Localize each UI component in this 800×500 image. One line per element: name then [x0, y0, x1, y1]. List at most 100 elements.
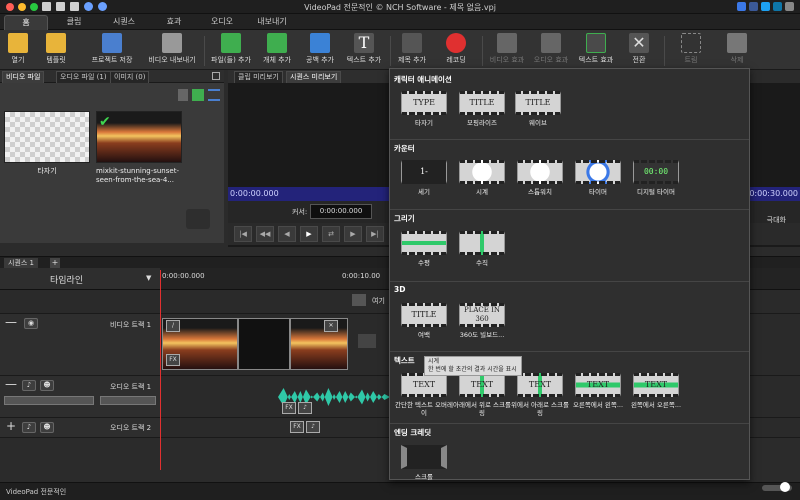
thumbs-up-icon[interactable] — [737, 2, 746, 11]
tab-clip-preview[interactable]: 클립 미리보기 — [234, 71, 283, 83]
add-text-button[interactable]: T 텍스트 추가 — [344, 33, 384, 69]
tab-audio[interactable]: 오디오 — [200, 15, 244, 30]
pan-slider[interactable] — [100, 396, 156, 405]
save-project-button[interactable]: 프로젝트 저장 — [88, 33, 136, 69]
zoom-slider[interactable] — [762, 482, 792, 492]
transition-button[interactable]: ✕ 전환 — [624, 33, 654, 69]
go-end-button[interactable]: ▶| — [366, 226, 384, 242]
prev-frame-button[interactable]: ◀◀ — [256, 226, 274, 242]
playhead[interactable] — [160, 270, 161, 470]
template-button[interactable]: 템플릿 — [40, 33, 72, 69]
go-start-button[interactable]: |◀ — [234, 226, 252, 242]
effect-clock[interactable]: 시계 — [452, 160, 512, 212]
tab-effects[interactable]: 효과 — [152, 15, 196, 30]
add-blank-button[interactable]: 공백 추가 — [302, 33, 338, 69]
effect-scroll-up[interactable]: TEXT 아래에서 위로 스크롤링 — [452, 373, 512, 425]
add-media-icon[interactable] — [192, 89, 204, 101]
trim-icon — [681, 33, 701, 53]
effect-stopwatch[interactable]: 스톱워치 — [510, 160, 570, 212]
effect-vertical[interactable]: 수직 — [452, 231, 512, 283]
effect-scroll-down[interactable]: TEXT 위에서 아래로 스크롤링 — [510, 373, 570, 425]
people-icon[interactable]: ☻ — [40, 422, 54, 433]
add-sequence-button[interactable]: + — [50, 258, 60, 268]
add-file-icon — [221, 33, 241, 53]
effect-horizontal[interactable]: 수평 — [394, 231, 454, 283]
effect-morphrise[interactable]: TITLE 모핑라이즈 — [452, 91, 512, 143]
expand-button[interactable]: + — [4, 420, 18, 433]
ribbon-tabs: 홈 클립 시퀀스 효과 오디오 내보내기 — [0, 14, 800, 30]
speaker-icon[interactable]: ♪ — [298, 402, 312, 414]
text-thumb: TEXT — [459, 373, 505, 397]
checkmark-icon: ✔ — [99, 114, 111, 130]
transition-icon[interactable]: / — [166, 320, 180, 332]
speaker-icon[interactable]: ♪ — [22, 380, 36, 391]
trim-button[interactable]: 트림 — [676, 33, 706, 69]
effect-timer[interactable]: 타이머 — [568, 160, 628, 212]
twitter-icon[interactable] — [761, 2, 770, 11]
export-video-button[interactable]: 비디오 내보내기 — [146, 33, 198, 69]
eye-icon[interactable]: ◉ — [24, 318, 38, 329]
list-view-icon[interactable] — [208, 89, 220, 101]
step-back-button[interactable]: ◀ — [278, 226, 296, 242]
stopwatch-icon — [517, 160, 563, 184]
text-effects-button[interactable]: 텍스트 효과 — [576, 33, 616, 69]
section-divider — [390, 209, 749, 210]
people-icon[interactable]: ☻ — [40, 380, 54, 391]
media-thumb-typewriter[interactable] — [4, 111, 90, 163]
fx-button[interactable]: FX — [290, 421, 304, 433]
effect-margin[interactable]: TITLE 여백 — [394, 303, 454, 355]
fx-button[interactable]: FX — [166, 354, 180, 366]
audio-track-1-header: — ♪ ☻ 오디오 트랙 1 — [0, 376, 160, 418]
tab-export[interactable]: 내보내기 — [250, 15, 294, 30]
media-tabs: 비디오 파일 오디오 파일 (1) 이미지 (0) — [0, 70, 224, 83]
tab-audio-files[interactable]: 오디오 파일 (1) — [56, 71, 111, 83]
speaker-icon[interactable]: ♪ — [306, 421, 320, 433]
speaker-icon[interactable]: ♪ — [22, 422, 36, 433]
effect-typewriter[interactable]: TYPE 타자기 — [394, 91, 454, 143]
add-files-button[interactable]: 파일(들) 추가 — [208, 33, 254, 69]
effect-scroll-credits[interactable]: 스크롤 — [394, 445, 454, 497]
volume-slider[interactable] — [4, 396, 94, 405]
effect-scroll-right[interactable]: TEXT 왼쪽에서 오른쪽... — [626, 373, 686, 425]
video-clip[interactable] — [238, 318, 290, 370]
delete-button[interactable]: 삭제 — [722, 33, 752, 69]
menu-icon[interactable] — [785, 2, 794, 11]
fx-button[interactable]: FX — [282, 402, 296, 414]
video-clip[interactable] — [290, 318, 348, 370]
effect-count[interactable]: 1- 세기 — [394, 160, 454, 212]
collapse-button[interactable]: — — [4, 316, 18, 329]
effect-simple-text-overlay[interactable]: TEXT 간단한 텍스트 오버레이 — [394, 373, 454, 425]
tab-home[interactable]: 홈 — [4, 15, 48, 30]
chevron-down-icon[interactable]: ▼ — [146, 274, 151, 282]
tab-clip[interactable]: 클립 — [52, 15, 96, 30]
effect-scroll-left[interactable]: TEXT 오른쪽에서 왼쪽... — [568, 373, 628, 425]
audio-effects-button[interactable]: 오디오 효과 — [532, 33, 570, 69]
undock-icon[interactable] — [212, 72, 220, 80]
tooltip-body: 한 번에 할 초간의 결과 시간을 표시 — [428, 366, 517, 373]
transition-icon[interactable]: ✕ — [324, 320, 338, 332]
tab-video-files[interactable]: 비디오 파일 — [2, 71, 45, 83]
add-title-button[interactable]: 제목 추가 — [394, 33, 430, 69]
trash-icon[interactable] — [178, 89, 188, 101]
video-effects-button[interactable]: 비디오 효과 — [488, 33, 526, 69]
collapse-button[interactable]: — — [4, 378, 18, 391]
template-icon — [46, 33, 66, 53]
effect-digital-timer[interactable]: 00:00 디지털 타이머 — [626, 160, 686, 212]
step-forward-button[interactable]: ▶ — [344, 226, 362, 242]
tab-images[interactable]: 이미지 (0) — [110, 71, 150, 83]
tab-sequence[interactable]: 시퀀스 — [102, 15, 146, 30]
zoom-slider-handle[interactable] — [780, 482, 790, 492]
effect-360-billboard[interactable]: PLACE IN 360 360도 빌보드... — [452, 303, 512, 355]
media-thumb-sunset[interactable]: ✔ — [96, 111, 182, 163]
facebook-icon[interactable] — [749, 2, 758, 11]
add-object-button[interactable]: 개체 추가 — [258, 33, 296, 69]
open-button[interactable]: 열기 — [4, 33, 32, 69]
cursor-time-field[interactable]: 0:00:00.000 — [310, 204, 372, 219]
loop-button[interactable]: ⇄ — [322, 226, 340, 242]
linkedin-icon[interactable] — [773, 2, 782, 11]
overlay-hint: 여기 — [372, 297, 385, 305]
effect-wave[interactable]: TITLE 웨이브 — [508, 91, 568, 143]
play-button[interactable]: ▶ — [300, 226, 318, 242]
record-button[interactable]: 레코딩 — [440, 33, 472, 69]
tab-sequence-preview[interactable]: 시퀀스 미리보기 — [286, 71, 342, 83]
